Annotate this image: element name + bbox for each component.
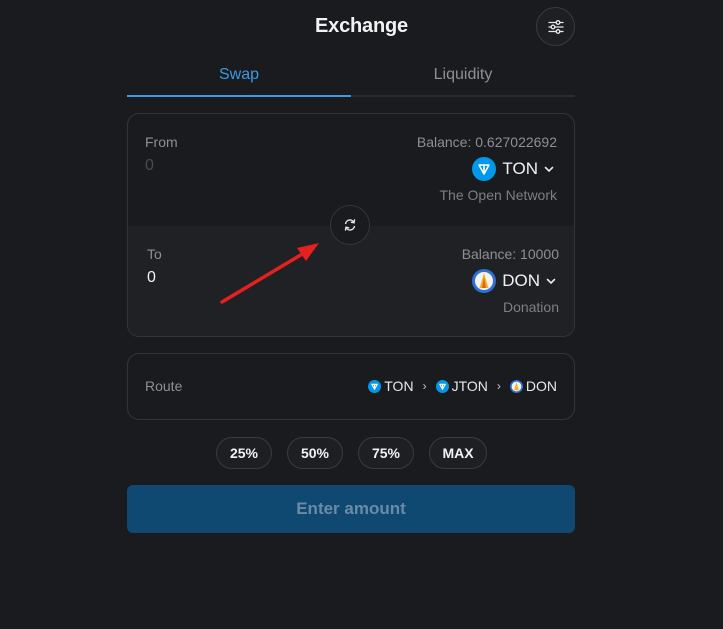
- don-icon: [472, 269, 497, 293]
- page-title: Exchange: [315, 15, 408, 37]
- don-icon: [509, 379, 523, 393]
- from-token-fullname: The Open Network: [439, 187, 558, 203]
- to-label: To: [147, 246, 162, 262]
- jton-icon: [435, 379, 449, 393]
- to-token-select[interactable]: DON: [472, 269, 556, 293]
- from-token-symbol: TON: [502, 159, 538, 178]
- sliders-icon: [547, 19, 564, 34]
- chevron-right-icon: ›: [496, 379, 501, 393]
- percent-75-button[interactable]: 75%: [358, 437, 414, 469]
- tab-bar: Swap Liquidity: [127, 60, 575, 97]
- route-step-label: JTON: [451, 378, 488, 394]
- route-step-don: DON: [509, 378, 557, 394]
- active-tab-indicator: [127, 95, 351, 97]
- settings-button[interactable]: [536, 7, 575, 46]
- route-step-jton: JTON: [435, 378, 488, 394]
- route-path: TON › JTON › DON: [368, 378, 557, 394]
- swap-arrows-icon: [344, 219, 356, 231]
- switch-tokens-button[interactable]: [330, 205, 370, 245]
- enter-amount-button[interactable]: Enter amount: [127, 485, 575, 533]
- ton-icon: [472, 157, 497, 181]
- to-amount-input[interactable]: 0: [147, 269, 156, 287]
- route-step-label: TON: [384, 378, 414, 394]
- tab-liquidity[interactable]: Liquidity: [351, 66, 575, 84]
- max-button[interactable]: MAX: [429, 437, 487, 469]
- header: Exchange: [0, 0, 723, 56]
- route-step-ton: TON: [368, 378, 414, 394]
- chevron-down-icon: [546, 278, 556, 284]
- chevron-right-icon: ›: [422, 379, 427, 393]
- tab-swap[interactable]: Swap: [127, 66, 351, 84]
- chevron-down-icon: [544, 166, 554, 172]
- to-token-symbol: DON: [502, 271, 540, 290]
- from-token-select[interactable]: TON: [472, 157, 554, 181]
- to-balance: Balance: 10000: [461, 246, 559, 262]
- route-label: Route: [145, 378, 183, 394]
- ton-icon: [368, 379, 382, 393]
- route-card: Route TON › JTON › DON: [127, 353, 575, 420]
- percent-25-button[interactable]: 25%: [216, 437, 272, 469]
- from-label: From: [145, 134, 178, 150]
- from-amount-input[interactable]: 0: [145, 157, 154, 175]
- to-token-fullname: Donation: [502, 299, 559, 315]
- route-step-label: DON: [525, 378, 557, 394]
- percent-50-button[interactable]: 50%: [287, 437, 343, 469]
- from-balance: Balance: 0.627022692: [416, 134, 557, 150]
